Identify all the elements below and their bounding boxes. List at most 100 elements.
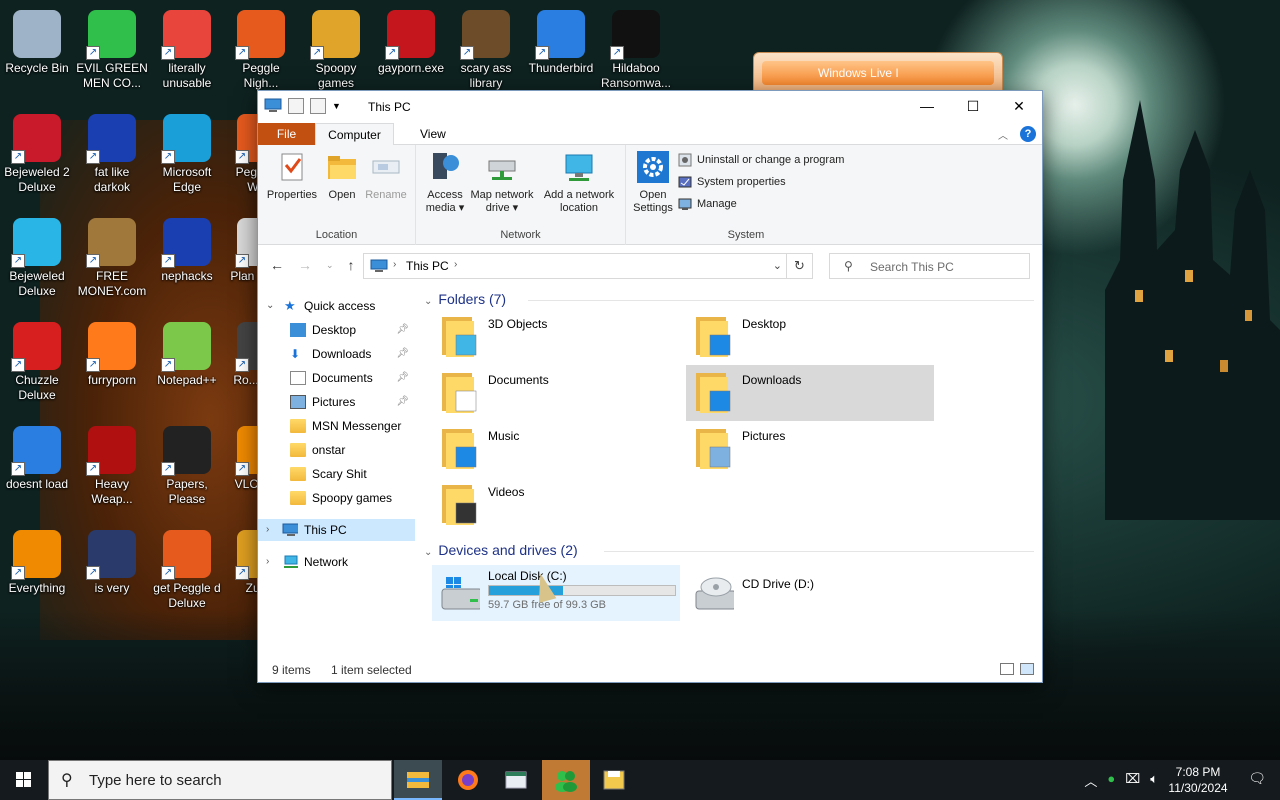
collapse-chevron-icon[interactable]: ⌄ <box>424 296 432 307</box>
tab-file[interactable]: File <box>258 123 315 145</box>
minimize-button[interactable]: — <box>904 91 950 121</box>
desktop-icon[interactable]: ↗ Heavy Weap... <box>75 422 149 507</box>
address-bar[interactable]: › This PC › ⌄ ↻ <box>363 253 813 279</box>
desktop-icon[interactable]: ↗ nephacks <box>150 214 224 284</box>
nav-item[interactable]: Documents 📌︎ <box>258 367 415 389</box>
nav-quick-access[interactable]: ⌄ ★ Quick access <box>258 295 415 317</box>
taskbar-search-input[interactable]: Type here to search <box>89 772 222 789</box>
desktop-icon[interactable]: ↗ get Peggle d Deluxe <box>150 526 224 611</box>
folder-item[interactable]: 3D Objects <box>432 309 680 365</box>
volume-icon[interactable]: 🔈︎ <box>1150 771 1158 790</box>
breadcrumb-chevron-icon[interactable]: › <box>393 259 396 270</box>
desktop-icon[interactable]: ↗ fat like darkok <box>75 110 149 195</box>
maximize-button[interactable]: ☐ <box>950 91 996 121</box>
nav-item[interactable]: Pictures 📌︎ <box>258 391 415 413</box>
folder-item[interactable]: Videos <box>432 477 680 533</box>
up-arrow-icon[interactable]: ↑ <box>348 257 355 273</box>
desktop-icon[interactable]: ↗ doesnt load <box>0 422 74 492</box>
search-input[interactable]: Search This PC <box>870 260 954 274</box>
taskbar-file-explorer[interactable] <box>394 760 442 800</box>
breadcrumb[interactable]: This PC <box>406 259 449 273</box>
desktop-icon[interactable]: ↗ furryporn <box>75 318 149 388</box>
access-media-button[interactable]: Access media ▾ <box>422 151 468 215</box>
map-network-drive-button[interactable]: Map network drive ▾ <box>466 151 538 215</box>
drive-cd-d[interactable]: CD Drive (D:) <box>686 565 934 621</box>
search-box[interactable]: ⚲ Search This PC <box>829 253 1030 279</box>
clock[interactable]: 7:08 PM 11/30/2024 <box>1164 764 1232 796</box>
new-folder-quick-icon[interactable] <box>310 98 326 114</box>
properties-button[interactable]: Properties <box>264 151 320 202</box>
start-button[interactable] <box>0 760 48 800</box>
breadcrumb-chevron-icon[interactable]: › <box>454 259 457 270</box>
desktop-icon[interactable]: ↗ Spoopy games <box>299 6 373 91</box>
refresh-icon[interactable]: ↻ <box>786 254 812 278</box>
collapse-chevron-icon[interactable]: ⌄ <box>424 547 432 558</box>
forward-arrow-icon[interactable]: → <box>298 257 312 273</box>
rename-button[interactable]: Rename <box>362 151 410 202</box>
nav-this-pc[interactable]: › This PC <box>258 519 415 541</box>
nav-item[interactable]: Scary Shit <box>258 463 415 485</box>
tab-computer[interactable]: Computer <box>315 123 394 145</box>
nav-item[interactable]: Spoopy games <box>258 487 415 509</box>
nav-item[interactable]: ⬇ Downloads 📌︎ <box>258 343 415 365</box>
manage-button[interactable]: Manage <box>678 197 737 211</box>
desktop-icon[interactable]: ↗ literally unusable <box>150 6 224 91</box>
network-status-icon[interactable]: ⌧ <box>1125 771 1140 790</box>
taskbar-firefox[interactable] <box>444 760 492 800</box>
folder-item[interactable]: Documents <box>432 365 680 421</box>
taskbar-search[interactable]: ⚲ Type here to search <box>48 760 392 800</box>
desktop-icon[interactable]: ↗ EVIL GREEN MEN CO... <box>75 6 149 91</box>
expand-chevron-icon[interactable]: › <box>266 519 269 541</box>
close-button[interactable]: ✕ <box>996 91 1042 121</box>
windows-live-popup[interactable]: Windows Live I <box>753 52 1003 92</box>
expand-chevron-icon[interactable]: ⌄ <box>266 295 274 317</box>
open-settings-button[interactable]: Open Settings <box>630 151 676 215</box>
desktop-icon[interactable]: ↗ Bejeweled 2 Deluxe <box>0 110 74 195</box>
folder-item[interactable]: Desktop <box>686 309 934 365</box>
nav-item[interactable]: MSN Messenger <box>258 415 415 437</box>
recent-locations-icon[interactable]: ⌄ <box>326 260 334 273</box>
open-button[interactable]: Open <box>322 151 362 202</box>
large-icons-view-icon[interactable] <box>1020 663 1034 675</box>
collapse-ribbon-icon[interactable]: ︿ <box>998 127 1008 142</box>
folder-item[interactable]: Downloads <box>686 365 934 421</box>
chevron-down-icon[interactable]: ▼ <box>332 101 341 111</box>
desktop-icon[interactable]: ↗ is very <box>75 526 149 596</box>
properties-quick-icon[interactable] <box>288 98 304 114</box>
desktop-icon[interactable]: ↗ Papers, Please <box>150 422 224 507</box>
show-hidden-icons-chevron-icon[interactable]: ︿ <box>1084 771 1097 790</box>
devices-section-header[interactable]: ⌄ Devices and drives (2) <box>424 542 1034 558</box>
msn-tray-icon[interactable]: ● <box>1107 771 1115 790</box>
folder-item[interactable]: Music <box>432 421 680 477</box>
nav-item[interactable]: Desktop 📌︎ <box>258 319 415 341</box>
system-properties-button[interactable]: System properties <box>678 175 786 189</box>
desktop-icon[interactable]: ↗ FREE MONEY.com <box>75 214 149 299</box>
uninstall-program-button[interactable]: Uninstall or change a program <box>678 153 844 167</box>
taskbar-app[interactable] <box>492 760 540 800</box>
nav-item[interactable]: onstar <box>258 439 415 461</box>
details-view-icon[interactable] <box>1000 663 1014 675</box>
desktop-icon[interactable]: ↗ Hildaboo Ransomwa... <box>599 6 673 91</box>
desktop-icon[interactable]: ↗ scary ass library <box>449 6 523 91</box>
desktop-icon[interactable]: ↗ Notepad++ <box>150 318 224 388</box>
desktop-icon[interactable]: ↗ Microsoft Edge <box>150 110 224 195</box>
expand-chevron-icon[interactable]: › <box>266 551 269 573</box>
folder-item[interactable]: Pictures <box>686 421 934 477</box>
nav-network[interactable]: › Network <box>258 551 415 573</box>
address-dropdown-icon[interactable]: ⌄ <box>773 259 782 272</box>
notification-center-icon[interactable]: 🗨︎ <box>1248 770 1266 787</box>
desktop-icon[interactable]: ↗ Bejeweled Deluxe <box>0 214 74 299</box>
add-network-location-button[interactable]: Add a network location <box>538 151 620 215</box>
title-bar[interactable]: ▼ This PC — ☐ ✕ <box>258 91 1042 123</box>
drive-local-disk-c[interactable]: Local Disk (C:) 59.7 GB free of 99.3 GB <box>432 565 680 621</box>
desktop-icon[interactable]: ↗ Peggle Nigh... <box>224 6 298 91</box>
taskbar-save-app[interactable] <box>590 760 638 800</box>
desktop-icon[interactable]: ↗ Chuzzle Deluxe <box>0 318 74 403</box>
desktop-icon[interactable]: ↗ Thunderbird <box>524 6 598 76</box>
tab-view[interactable]: View <box>408 123 458 145</box>
folders-section-header[interactable]: ⌄ Folders (7) <box>424 291 1034 307</box>
desktop-icon[interactable]: Recycle Bin <box>0 6 74 76</box>
desktop-icon[interactable]: ↗ Everything <box>0 526 74 596</box>
desktop-icon[interactable]: ↗ gayporn.exe <box>374 6 448 76</box>
taskbar-msn-messenger[interactable] <box>542 760 590 800</box>
